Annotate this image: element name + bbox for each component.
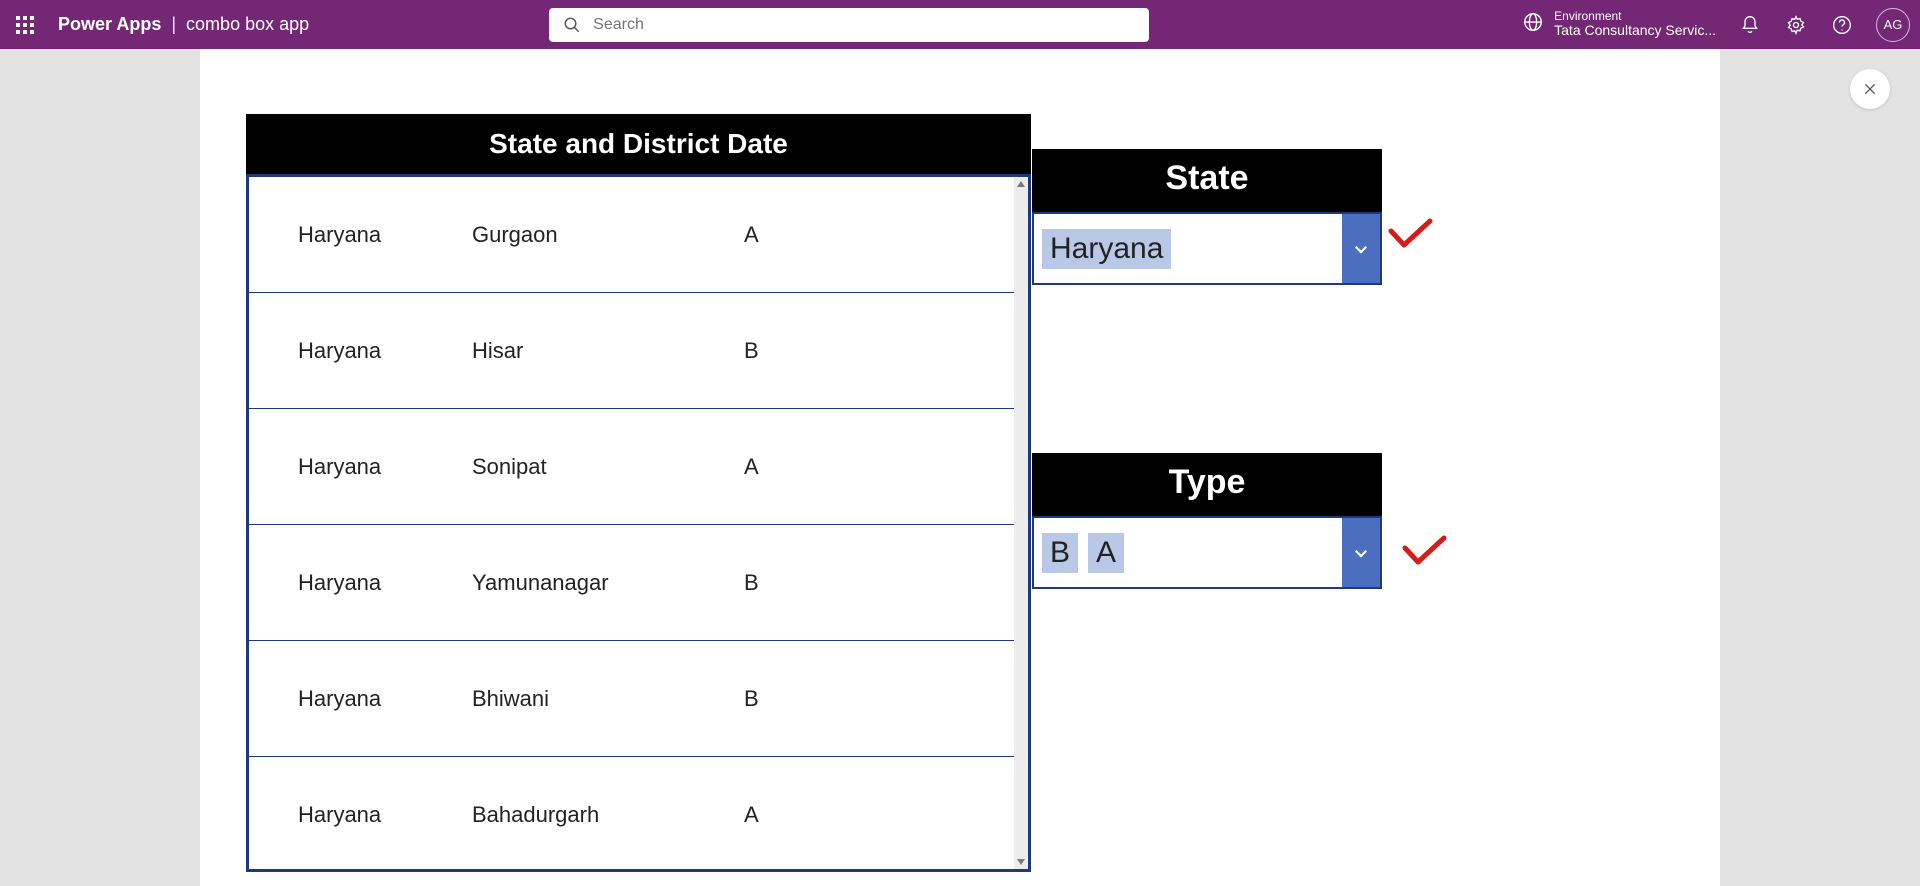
environment-picker[interactable]: Environment Tata Consultancy Servic...	[1522, 10, 1716, 39]
type-combobox-title: Type	[1032, 453, 1382, 516]
help-icon[interactable]	[1830, 13, 1854, 37]
header-right: Environment Tata Consultancy Servic... A…	[1522, 8, 1910, 42]
chevron-down-icon	[1352, 240, 1370, 258]
table-row[interactable]: Haryana Bahadurgarh A	[249, 757, 1014, 873]
app-canvas: State and District Date Haryana Gurgaon …	[200, 49, 1720, 886]
type-combobox-values: B A	[1034, 533, 1342, 573]
settings-icon[interactable]	[1784, 13, 1808, 37]
cell-district: Yamunanagar	[472, 570, 744, 596]
notifications-icon[interactable]	[1738, 13, 1762, 37]
combobox-chip[interactable]: A	[1088, 533, 1124, 573]
state-combobox-values: Haryana	[1034, 229, 1342, 269]
brand-label: Power Apps	[58, 14, 161, 35]
type-combobox[interactable]: B A	[1032, 516, 1382, 589]
app-header: Power Apps | combo box app Environment T…	[0, 0, 1920, 49]
app-launcher-icon[interactable]	[10, 10, 40, 40]
type-combobox-dropdown-button[interactable]	[1342, 518, 1380, 587]
table-row[interactable]: Haryana Bhiwani B	[249, 641, 1014, 757]
chevron-down-icon	[1352, 544, 1370, 562]
cell-state: Haryana	[249, 686, 472, 712]
cell-type: B	[744, 338, 1014, 364]
data-table-title: State and District Date	[246, 114, 1031, 174]
checkmark-annotation	[1400, 534, 1448, 568]
table-row[interactable]: Haryana Sonipat A	[249, 409, 1014, 525]
combobox-chip[interactable]: Haryana	[1042, 229, 1171, 269]
cell-district: Sonipat	[472, 454, 744, 480]
table-row[interactable]: Haryana Gurgaon A	[249, 177, 1014, 293]
cell-district: Gurgaon	[472, 222, 744, 248]
checkmark-annotation	[1386, 217, 1434, 251]
cell-state: Haryana	[249, 802, 472, 828]
close-preview-button[interactable]	[1850, 69, 1890, 109]
cell-state: Haryana	[249, 338, 472, 364]
search-box[interactable]	[549, 8, 1149, 42]
data-table-rows: Haryana Gurgaon A Haryana Hisar B Haryan…	[249, 177, 1014, 873]
cell-type: B	[744, 686, 1014, 712]
globe-icon	[1522, 11, 1544, 38]
avatar[interactable]: AG	[1876, 8, 1910, 42]
cell-type: A	[744, 802, 1014, 828]
state-combobox[interactable]: Haryana	[1032, 212, 1382, 285]
search-icon	[563, 16, 581, 34]
cell-type: A	[744, 222, 1014, 248]
cell-district: Bhiwani	[472, 686, 744, 712]
state-combobox-card: State Haryana	[1032, 149, 1382, 285]
avatar-initials: AG	[1884, 17, 1903, 32]
cell-state: Haryana	[249, 454, 472, 480]
combobox-chip[interactable]: B	[1042, 533, 1078, 573]
state-combobox-title: State	[1032, 149, 1382, 212]
state-combobox-dropdown-button[interactable]	[1342, 214, 1380, 283]
data-table-card: State and District Date Haryana Gurgaon …	[246, 114, 1031, 872]
data-table-body: Haryana Gurgaon A Haryana Hisar B Haryan…	[246, 174, 1031, 872]
cell-district: Bahadurgarh	[472, 802, 744, 828]
cell-district: Hisar	[472, 338, 744, 364]
table-scrollbar[interactable]	[1014, 177, 1028, 869]
table-row[interactable]: Haryana Hisar B	[249, 293, 1014, 409]
cell-type: B	[744, 570, 1014, 596]
environment-name: Tata Consultancy Servic...	[1554, 23, 1716, 38]
close-icon	[1862, 81, 1878, 97]
cell-type: A	[744, 454, 1014, 480]
cell-state: Haryana	[249, 570, 472, 596]
type-combobox-card: Type B A	[1032, 453, 1382, 589]
brand-divider: |	[171, 14, 176, 35]
table-row[interactable]: Haryana Yamunanagar B	[249, 525, 1014, 641]
search-input[interactable]	[593, 16, 1135, 34]
cell-state: Haryana	[249, 222, 472, 248]
app-name-label: combo box app	[186, 14, 309, 35]
